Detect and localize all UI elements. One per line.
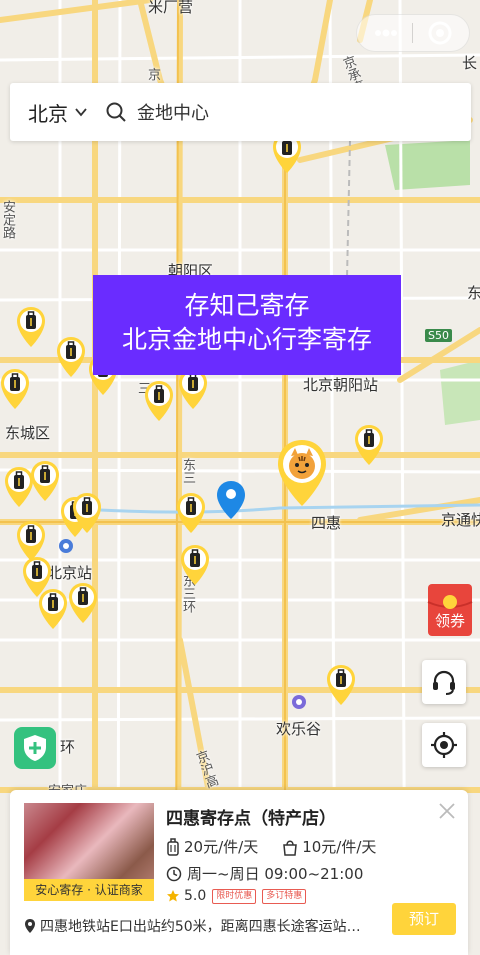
storage-pin-icon[interactable] xyxy=(326,664,356,706)
address-row: 四惠地铁站E口出站约50米，距离四惠长途客运站… xyxy=(24,916,384,936)
storage-pin-icon[interactable] xyxy=(176,492,206,534)
map-label-mijiaying: 米厂营 xyxy=(148,0,194,16)
hours-row: 周一~周日 09:00~21:00 xyxy=(166,863,363,884)
map-label-dongcheng: 东城区 xyxy=(5,424,51,442)
map-label-jing: 京 xyxy=(148,68,162,83)
search-bar: 北京 金地中心 xyxy=(10,83,471,141)
target-circle-icon[interactable] xyxy=(428,21,452,45)
address-text: 四惠地铁站E口出站约50米，距离四惠长途客运站… xyxy=(40,919,361,935)
city-selector[interactable]: 北京 xyxy=(10,98,105,127)
store-name: 四惠寄存点（特产店） xyxy=(166,809,336,829)
subway-station-icon xyxy=(59,539,73,553)
map-label-chang: 长 xyxy=(462,54,478,72)
selected-store-pin[interactable] xyxy=(276,438,328,508)
hours-text: 周一~周日 09:00~21:00 xyxy=(187,865,364,883)
storage-pin-icon[interactable] xyxy=(144,380,174,422)
storage-pin-icon[interactable] xyxy=(68,582,98,624)
rating-value: 5.0 xyxy=(184,888,207,904)
map-label-dong: 东 xyxy=(467,284,480,302)
store-card[interactable]: 安心寄存 · 认证商家 四惠寄存点（特产店） 20元/件/天 10元/件/天 周… xyxy=(10,790,468,955)
map-label-beijing-chaoyang-station: 北京朝阳站 xyxy=(303,376,379,394)
storage-pin-icon[interactable] xyxy=(30,460,60,502)
storage-pin-icon[interactable] xyxy=(354,424,384,466)
coupon-button[interactable]: 领券 xyxy=(424,580,480,638)
suitcase-icon xyxy=(167,837,179,856)
storage-pin-icon[interactable] xyxy=(56,336,86,378)
capsule-divider xyxy=(412,23,414,43)
shield-plus-icon xyxy=(24,735,46,761)
map-label-beijing-station: 北京站 xyxy=(47,564,93,582)
search-query: 金地中心 xyxy=(137,103,209,124)
banner-line-2: 北京金地中心行李寄存 xyxy=(121,325,372,354)
city-label: 北京 xyxy=(28,101,68,126)
safety-shield-button[interactable] xyxy=(14,727,56,769)
map-label-dongsan: 东三 xyxy=(180,458,195,484)
map-label-sihui: 四惠 xyxy=(311,514,342,532)
promo-banner: 存知己寄存 北京金地中心行李寄存 xyxy=(93,275,401,375)
book-button[interactable]: 预订 xyxy=(392,903,456,935)
rating-row: 5.0 限时优惠 多订特惠 xyxy=(166,888,307,904)
price-large-text: 20元/件/天 xyxy=(184,838,259,856)
customer-service-button[interactable] xyxy=(422,660,466,704)
storage-pin-icon[interactable] xyxy=(72,492,102,534)
storage-pin-icon[interactable] xyxy=(180,544,210,586)
destination-pin-icon[interactable] xyxy=(216,480,246,520)
miniprogram-capsule xyxy=(356,14,470,52)
search-input[interactable]: 金地中心 xyxy=(105,99,471,125)
locate-button[interactable] xyxy=(422,723,466,767)
map-label-s50: S50 xyxy=(425,329,452,342)
svg-text:领券: 领券 xyxy=(435,612,465,630)
clock-icon xyxy=(166,866,182,881)
storage-pin-icon[interactable] xyxy=(16,306,46,348)
price-row: 20元/件/天 10元/件/天 xyxy=(166,836,400,857)
headset-icon xyxy=(433,670,455,695)
chevron-down-icon xyxy=(75,108,87,117)
more-dots-icon[interactable] xyxy=(374,29,398,37)
badge-limited-offer: 限时优惠 xyxy=(212,888,257,904)
banner-line-1: 存知己寄存 xyxy=(184,291,310,320)
map-label-huanlegu: 欢乐谷 xyxy=(276,720,322,738)
close-icon[interactable] xyxy=(438,802,456,820)
location-icon xyxy=(25,919,35,933)
search-icon xyxy=(106,102,126,122)
price-small-luggage: 10元/件/天 xyxy=(282,836,376,857)
storage-pin-icon[interactable] xyxy=(38,588,68,630)
price-small-text: 10元/件/天 xyxy=(302,838,377,856)
map-label-jingtong: 京通快 xyxy=(441,511,480,529)
attraction-icon xyxy=(292,695,306,709)
storage-pin-icon[interactable] xyxy=(0,368,30,410)
badge-multi-order: 多订特惠 xyxy=(262,888,307,904)
crosshair-icon xyxy=(431,732,457,758)
certified-tag: 安心寄存 · 认证商家 xyxy=(24,879,154,901)
bag-icon xyxy=(283,840,298,856)
map-label-huan: 环 xyxy=(60,738,76,756)
price-large-luggage: 20元/件/天 xyxy=(166,836,258,857)
store-thumbnail: 安心寄存 · 认证商家 xyxy=(24,803,154,901)
star-icon xyxy=(167,890,179,902)
map-label-anding: 安定路 xyxy=(0,200,15,239)
